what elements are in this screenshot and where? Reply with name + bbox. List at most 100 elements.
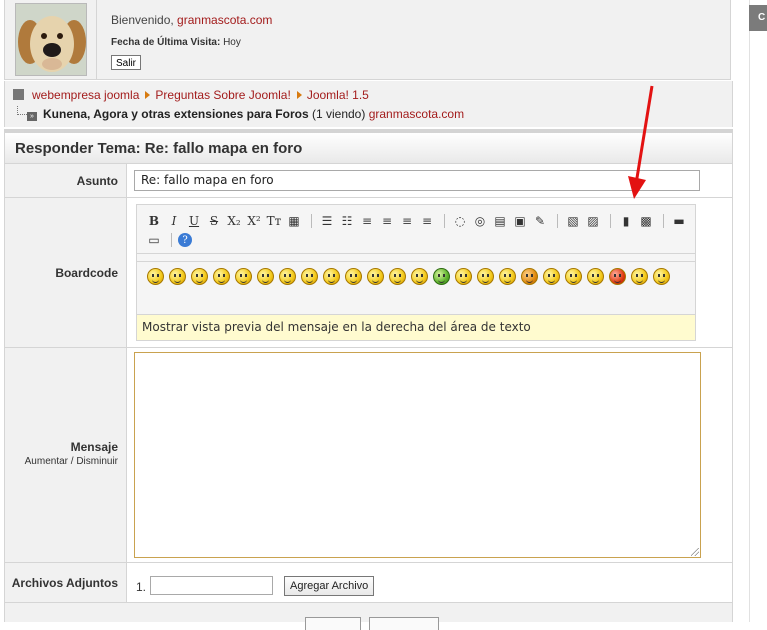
smiley-laugh-icon[interactable] [411, 268, 428, 285]
smiley-silly-icon[interactable] [455, 268, 472, 285]
message-label-text: Mensaje [70, 440, 118, 454]
username-link[interactable]: granmascota.com [177, 13, 272, 27]
toolbar-btn-20-icon[interactable]: ✎ [531, 212, 549, 230]
toolbar2-btn-0-icon[interactable]: ▭ [145, 231, 163, 249]
last-visit-label: Fecha de Última Visita: [111, 37, 221, 48]
toolbar-btn-22-icon[interactable]: ▧ [564, 212, 582, 230]
subject-input[interactable]: Re: fallo mapa en foro [134, 170, 700, 191]
logout-button[interactable]: Salir [111, 55, 142, 70]
actions-row [4, 603, 733, 630]
message-row: Mensaje Aumentar / Disminuir [4, 348, 733, 563]
last-visit: Fecha de Última Visita: Hoy [111, 37, 241, 48]
toolbar-btn-25-icon[interactable]: ▮ [617, 212, 635, 230]
page-title: Responder Tema: Re: fallo mapa en foro [15, 140, 303, 157]
toolbar-btn-12-icon[interactable]: ≡ [378, 212, 396, 230]
toolbar-btn-9-icon[interactable]: ☰ [318, 212, 336, 230]
toolbar-divider [137, 261, 695, 262]
toolbar-divider [137, 253, 695, 254]
right-tab[interactable]: C [749, 5, 767, 31]
toolbar-btn-6-icon[interactable]: Tт [265, 212, 283, 230]
smilies-panel [145, 266, 685, 290]
toolbar-btn-10-icon[interactable]: ☷ [338, 212, 356, 230]
breadcrumb-current: » Kunena, Agora y otras extensiones para … [13, 106, 464, 121]
smiley-wink-icon[interactable] [257, 268, 274, 285]
smiley-cool-icon[interactable] [147, 268, 164, 285]
attachments-label: Archivos Adjuntos [5, 563, 127, 602]
current-forum: Kunena, Agora y otras extensiones para F… [43, 107, 309, 121]
smiley-blush-icon[interactable] [323, 268, 340, 285]
toolbar-btn-4-icon[interactable]: X₂ [225, 212, 243, 230]
smiley-smile-icon[interactable] [191, 268, 208, 285]
subject-label: Asunto [5, 164, 127, 197]
toolbar-btn-28-icon[interactable]: ▬ [670, 212, 688, 230]
toolbar-btn-0-icon[interactable]: B [145, 212, 163, 230]
forum-square-icon [13, 89, 24, 100]
toolbar-btn-2-icon[interactable]: U [185, 212, 203, 230]
toolbar-btn-16-icon[interactable]: ◌ [451, 212, 469, 230]
toolbar-btn-17-icon[interactable]: ◎ [471, 212, 489, 230]
toolbar-btn-3-icon[interactable]: S [205, 212, 223, 230]
toolbar-btn-11-icon[interactable]: ≡ [358, 212, 376, 230]
annotation-arrow-icon [628, 85, 654, 199]
breadcrumb-item-subcategory[interactable]: Joomla! 1.5 [307, 88, 369, 102]
preview-hint[interactable]: Mostrar vista previa del mensaje en la d… [137, 314, 695, 340]
submit-button[interactable] [305, 617, 361, 630]
toolbar-btn-23-icon[interactable]: ▨ [584, 212, 602, 230]
welcome-text: Bienvenido, granmascota.com [111, 13, 273, 27]
message-label-cell: Mensaje Aumentar / Disminuir [5, 348, 127, 562]
toolbar-btn-13-icon[interactable]: ≡ [398, 212, 416, 230]
toolbar-separator [171, 233, 172, 247]
smiley-grin2-icon[interactable] [499, 268, 516, 285]
resize-grip-icon[interactable] [691, 548, 699, 556]
smiley-surprised-icon[interactable] [367, 268, 384, 285]
smiley-grin-icon[interactable] [213, 268, 230, 285]
file-input[interactable] [150, 576, 273, 595]
toolbar-btn-5-icon[interactable]: X² [245, 212, 263, 230]
breadcrumb-item-category[interactable]: Preguntas Sobre Joomla! [155, 88, 290, 102]
avatar[interactable] [15, 3, 87, 76]
toolbar-row-1: B I U S X₂ X² Tт ▦ ☰ ☷ ≡ ≡ ≡ ≡ ◌ ◎ ▤ ▣ ✎ ▧ ▨ ▮ ▩ ▬ [145, 212, 690, 230]
toolbar-separator [610, 214, 611, 228]
toolbar-btn-7-icon[interactable]: ▦ [285, 212, 303, 230]
toolbar-separator [311, 214, 312, 228]
breadcrumb-path: webempresa joomla Preguntas Sobre Joomla!… [13, 88, 369, 102]
viewer-link[interactable]: granmascota.com [369, 107, 464, 121]
viewing-count: (1 viendo) [311, 107, 366, 121]
attachment-number: 1. [136, 580, 147, 594]
toolbar-btn-19-icon[interactable]: ▣ [511, 212, 529, 230]
smiley-dizzy-icon[interactable] [477, 268, 494, 285]
message-textarea[interactable] [134, 352, 701, 558]
breadcrumb-arrow-icon [145, 91, 151, 99]
smiley-think-icon[interactable] [631, 268, 648, 285]
attachments-row: Archivos Adjuntos 1. Agregar Archivo [4, 563, 733, 603]
smiley-shocked-icon[interactable] [345, 268, 362, 285]
toolbar-btn-26-icon[interactable]: ▩ [637, 212, 655, 230]
subforum-arrow-icon: » [27, 112, 37, 121]
smiley-razz-icon[interactable] [565, 268, 582, 285]
add-file-button[interactable]: Agregar Archivo [284, 576, 375, 596]
toolbar-btn-18-icon[interactable]: ▤ [491, 212, 509, 230]
smiley-angry-icon[interactable] [301, 268, 318, 285]
boardcode-row: Boardcode B I U S X₂ X² Tт ▦ ☰ ☷ ≡ ≡ ≡ ≡ ◌ ◎ ▤ ▣ ✎ ▧ ▨ ▮ ▩ ▬ ▭?… [4, 198, 733, 348]
smiley-sad-icon[interactable] [169, 268, 186, 285]
smiley-kiss-icon[interactable] [521, 268, 538, 285]
smiley-frown-icon[interactable] [587, 268, 604, 285]
smiley-tongue-icon[interactable] [279, 268, 296, 285]
message-label: Mensaje Aumentar / Disminuir [25, 440, 118, 467]
toolbar-row-2: ▭? [145, 231, 194, 249]
breadcrumb-arrow-icon [296, 91, 302, 99]
message-sizer[interactable]: Aumentar / Disminuir [25, 456, 118, 467]
boardcode-label: Boardcode [5, 198, 127, 347]
toolbar-btn-14-icon[interactable]: ≡ [418, 212, 436, 230]
toolbar-btn-1-icon[interactable]: I [165, 212, 183, 230]
smiley-devil-icon[interactable] [609, 268, 626, 285]
breadcrumb-item-home[interactable]: webempresa joomla [32, 88, 139, 102]
smiley-sick-icon[interactable] [433, 268, 450, 285]
smiley-crazy-icon[interactable] [543, 268, 560, 285]
preview-button[interactable] [369, 617, 439, 630]
smiley-eek-icon[interactable] [389, 268, 406, 285]
toolbar2-btn-2-icon[interactable]: ? [178, 233, 192, 247]
puppy-avatar-icon [16, 4, 86, 75]
smiley-sleepy-icon[interactable] [653, 268, 670, 285]
smiley-happy-icon[interactable] [235, 268, 252, 285]
